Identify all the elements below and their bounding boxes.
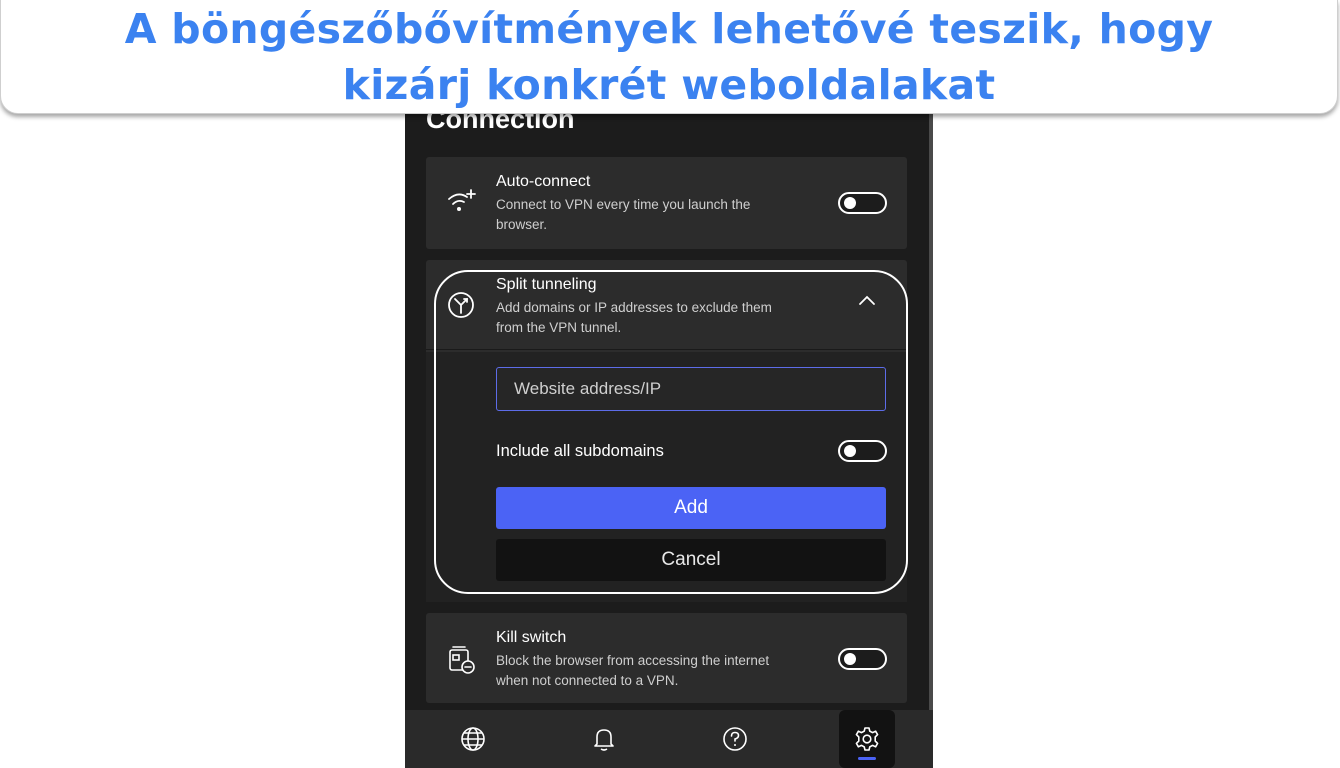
toggle-knob	[844, 653, 856, 665]
bottom-nav	[405, 710, 933, 768]
vpn-extension-panel: Connection Auto-connect Connect to VPN e…	[405, 60, 933, 768]
include-subdomains-toggle[interactable]	[838, 440, 887, 462]
scrollbar[interactable]	[929, 110, 933, 710]
nav-help-button[interactable]	[707, 710, 763, 768]
kill-switch-toggle[interactable]	[838, 648, 887, 670]
caption-text: A böngészőbővítmények lehetővé teszik, h…	[124, 4, 1214, 109]
split-tunnel-icon	[448, 292, 474, 318]
split-tunneling-body: Include all subdomains Add Cancel	[426, 352, 907, 602]
kill-switch-description: Block the browser from accessing the int…	[496, 653, 770, 688]
add-button[interactable]: Add	[496, 487, 886, 529]
auto-connect-toggle[interactable]	[838, 192, 887, 214]
caption-banner: A böngészőbővítmények lehetővé teszik, h…	[0, 0, 1338, 114]
kill-switch-icon	[449, 646, 475, 674]
auto-connect-card: Auto-connect Connect to VPN every time y…	[426, 157, 907, 249]
cancel-button[interactable]: Cancel	[496, 539, 886, 581]
wifi-sparkle-icon	[448, 189, 476, 211]
split-tunneling-header[interactable]: Split tunneling Add domains or IP addres…	[426, 260, 907, 350]
active-indicator	[858, 757, 876, 760]
split-tunneling-description: Add domains or IP addresses to exclude t…	[496, 300, 772, 335]
toggle-knob	[844, 197, 856, 209]
nav-notifications-button[interactable]	[576, 710, 632, 768]
globe-icon	[461, 727, 485, 751]
gear-icon	[855, 727, 879, 751]
nav-globe-button[interactable]	[445, 710, 501, 768]
chevron-up-icon[interactable]	[857, 294, 877, 308]
help-icon	[723, 727, 747, 751]
auto-connect-title: Auto-connect	[496, 173, 591, 190]
kill-switch-card: Kill switch Block the browser from acces…	[426, 613, 907, 703]
bell-icon	[594, 729, 614, 751]
nav-settings-button[interactable]	[839, 710, 895, 768]
split-tunneling-card: Split tunneling Add domains or IP addres…	[426, 260, 907, 602]
website-address-input[interactable]	[496, 367, 886, 411]
auto-connect-description: Connect to VPN every time you launch the…	[496, 197, 751, 232]
toggle-knob	[844, 445, 856, 457]
include-subdomains-label: Include all subdomains	[496, 442, 664, 460]
split-tunneling-title: Split tunneling	[496, 276, 597, 293]
kill-switch-title: Kill switch	[496, 629, 567, 646]
